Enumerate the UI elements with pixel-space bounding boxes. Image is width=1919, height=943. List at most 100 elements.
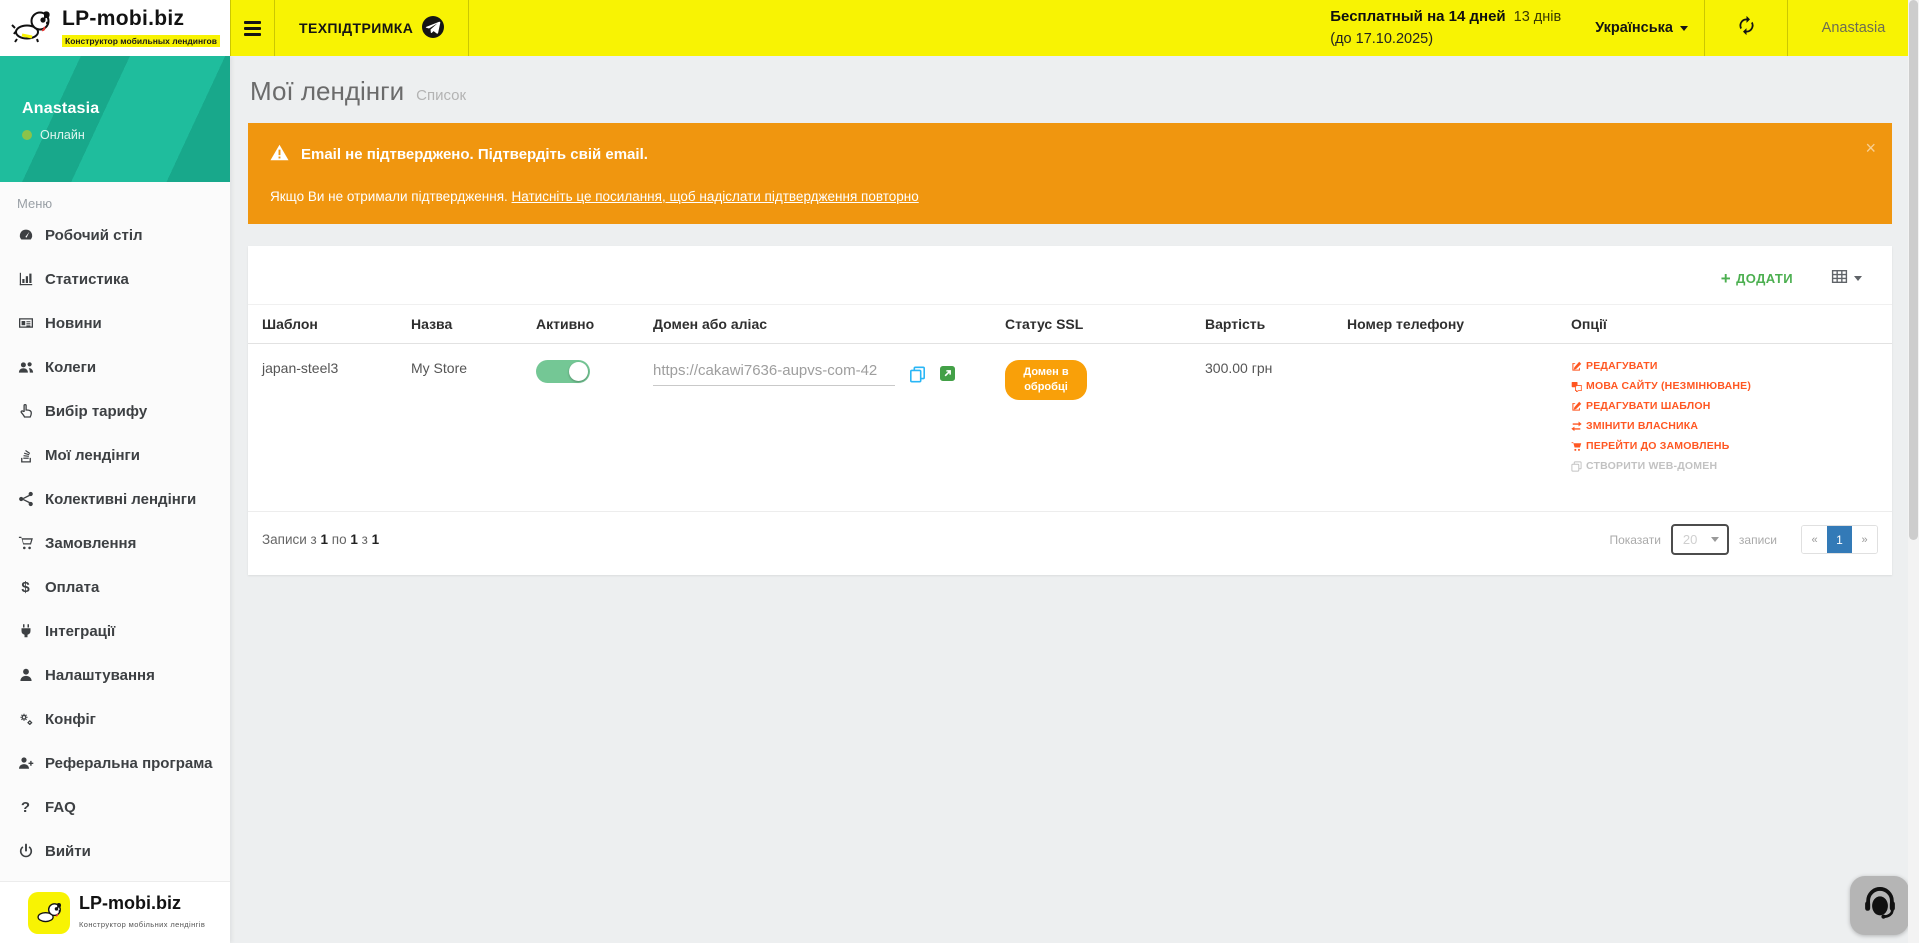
col-header-active: Активно [530,305,647,344]
trial-until: (до 17.10.2025) [1330,29,1561,51]
cell-price: 300.00 грн [1199,344,1341,512]
sidebar-item-payment[interactable]: $ Оплата [0,565,230,609]
plus-icon: + [1721,270,1731,287]
trial-plan: Бесплатный на 14 дней [1330,8,1505,25]
stats-icon [17,271,34,288]
col-header-domain: Домен або аліас [647,305,999,344]
sidebar-item-my-landings[interactable]: Мої лендінги [0,433,230,477]
topbar-username: Anastasia [1822,20,1886,36]
records-info: Записи з 1 по 1 з 1 [262,532,379,547]
show-label: Показати [1609,533,1660,547]
users-icon [17,359,34,376]
domain-input[interactable] [653,360,895,386]
warning-icon [270,144,289,165]
scrollbar-track[interactable] [1908,0,1919,943]
language-selector[interactable]: Українська [1579,0,1704,56]
online-status-dot [22,130,32,140]
external-link-icon [940,369,955,384]
cart-icon [1571,441,1582,452]
columns-dropdown-button[interactable] [1831,268,1862,288]
dashboard-icon [17,227,34,244]
records-word-label: записи [1739,533,1777,547]
trial-days-left: 13 днів [1514,9,1562,25]
sidebar-item-logout[interactable]: Вийти [0,829,230,873]
landings-table: Шаблон Назва Активно Домен або аліас Ста… [248,304,1892,512]
option-change-owner[interactable]: ЗМІНИТИ ВЛАСНИКА [1571,420,1884,432]
ssl-status-badge: Домен в обробці [1005,360,1087,400]
col-header-name: Назва [405,305,530,344]
hand-pointer-icon [17,403,34,420]
exchange-icon [1571,421,1582,432]
clone-icon [1571,461,1582,472]
menu-section-label: Меню [0,182,230,213]
logo-tagline: Конструктор мобильных лендингов [62,35,220,47]
chevron-down-icon [1854,276,1862,281]
refresh-icon [1736,15,1757,41]
warning-text: Якщо Ви не отримали підтвердження. [270,189,512,204]
dog-logo-icon [10,8,54,49]
resend-confirmation-link[interactable]: Натисніть це посилання, щоб надіслати пі… [512,189,919,204]
scrollbar-thumb[interactable] [1909,0,1918,540]
cell-template: japan-steel3 [248,344,405,512]
sidebar-item-config[interactable]: Конфіг [0,697,230,741]
chevron-down-icon [1711,537,1719,542]
sidebar-item-tariff[interactable]: Вибір тарифу [0,389,230,433]
sidebar-username: Anastasia [22,100,230,118]
col-header-price: Вартість [1199,305,1341,344]
gears-icon [17,711,34,728]
footer-logo-title: LP-mobi.biz [79,893,181,913]
topbar: LP-mobi.biz Конструктор мобильных лендин… [0,0,1919,56]
support-button[interactable]: ТЕХПІДТРИМКА [275,0,468,56]
warning-title: Email не підтверджено. Підтвердіть свій … [301,146,648,163]
sidebar-item-news[interactable]: Новини [0,301,230,345]
sidebar-item-statistics[interactable]: Статистика [0,257,230,301]
active-toggle[interactable] [536,360,590,383]
option-create-web-domain: СТВОРИТИ WEB-ДОМЕН [1571,460,1884,472]
col-header-options: Опції [1565,305,1892,344]
sidebar-item-orders[interactable]: Замовлення [0,521,230,565]
next-page-button[interactable]: » [1852,526,1877,553]
row-options: РЕДАГУВАТИ МОВА САЙТУ (НЕЗМІНЮВАНЕ) РЕДА… [1571,360,1884,472]
language-label: Українська [1595,20,1673,36]
user-icon [17,667,34,684]
sidebar-item-faq[interactable]: ? FAQ [0,785,230,829]
sidebar: Anastasia Онлайн Меню Робочий стіл Стати… [0,56,230,943]
app-logo[interactable]: LP-mobi.biz Конструктор мобильных лендин… [0,0,230,56]
email-warning-banner: Email не підтверджено. Підтвердіть свій … [248,123,1892,224]
close-icon[interactable]: × [1865,139,1876,157]
option-go-to-orders[interactable]: ПЕРЕЙТИ ДО ЗАМОВЛЕНЬ [1571,440,1884,452]
edit-icon [1571,401,1582,412]
sidebar-item-referral[interactable]: Реферальна програма [0,741,230,785]
sidebar-item-integrations[interactable]: Інтеграції [0,609,230,653]
sidebar-item-dashboard[interactable]: Робочий стіл [0,213,230,257]
telegram-icon [422,16,444,41]
option-site-language[interactable]: МОВА САЙТУ (НЕЗМІНЮВАНЕ) [1571,380,1884,392]
user-menu[interactable]: Anastasia [1788,0,1919,56]
sidebar-item-collective-landings[interactable]: Колективні лендінги [0,477,230,521]
sidebar-item-settings[interactable]: Налаштування [0,653,230,697]
trial-info: Бесплатный на 14 дней 13 днів (до 17.10.2… [1330,0,1579,56]
cell-name: My Store [405,344,530,512]
sidebar-item-colleagues[interactable]: Колеги [0,345,230,389]
option-edit[interactable]: РЕДАГУВАТИ [1571,360,1884,372]
main-content: Мої лендінги Список Email не підтверджен… [230,56,1908,943]
share-icon [17,491,34,508]
dollar-icon: $ [17,579,34,596]
support-chat-button[interactable] [1850,876,1909,935]
page-size-select[interactable]: 20 [1671,524,1729,555]
option-edit-template[interactable]: РЕДАГУВАТИ ШАБЛОН [1571,400,1884,412]
page-1-button[interactable]: 1 [1827,526,1852,553]
support-label: ТЕХПІДТРИМКА [299,20,413,36]
dog-logo-icon [28,892,70,934]
power-icon [17,843,34,860]
news-icon [17,315,34,332]
prev-page-button[interactable]: « [1802,526,1827,553]
add-landing-button[interactable]: + ДОДАТИ [1721,270,1793,287]
sidebar-toggle-button[interactable] [231,0,274,56]
refresh-button[interactable] [1705,0,1787,56]
user-plus-icon [17,755,34,772]
sidebar-user-panel: Anastasia Онлайн [0,56,230,182]
copy-domain-button[interactable] [909,366,926,386]
open-landing-button[interactable] [940,366,955,384]
edit-icon [1571,361,1582,372]
